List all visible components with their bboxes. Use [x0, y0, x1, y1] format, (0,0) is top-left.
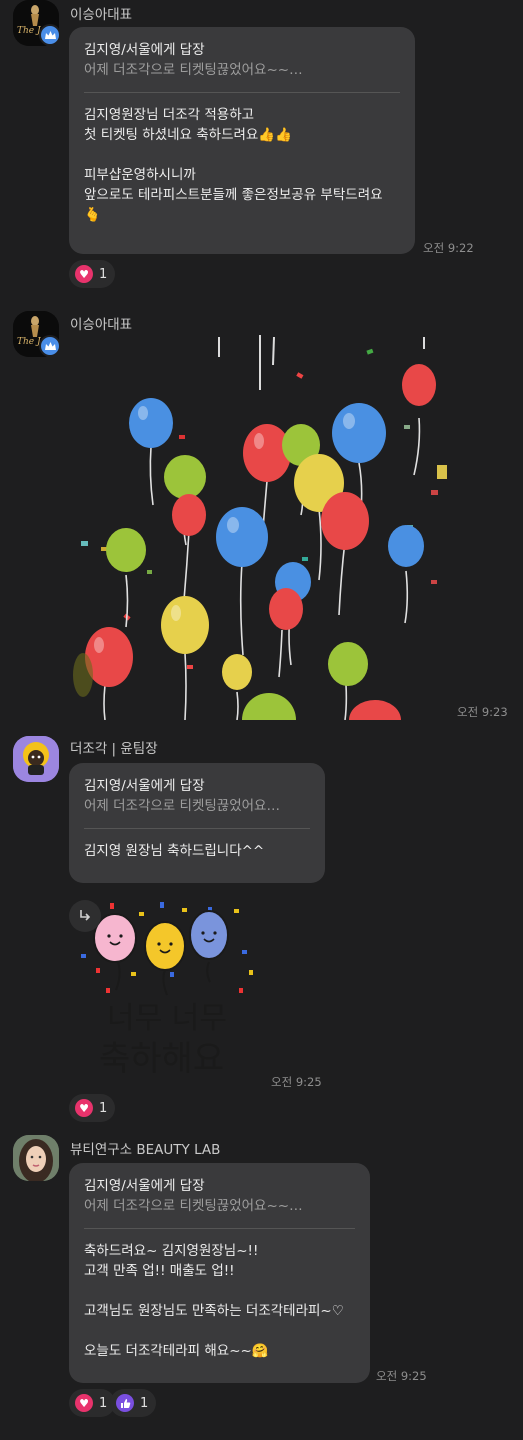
message-line: 고객님도 원장님도 만족하는 더조각테라피~♡ [84, 1303, 344, 1319]
heart-icon: ♥ [75, 265, 93, 283]
reaction-count: 1 [99, 266, 108, 282]
reply-quote: 어제 더조각으로 티켓팅끊었어요… [84, 798, 280, 814]
timestamp: 오전 9:23 [457, 705, 508, 719]
sender-name: 이승아대표 [70, 317, 133, 333]
sender-name: 뷰티연구소 BEAUTY LAB [70, 1142, 221, 1158]
timestamp: 오전 9:25 [376, 1369, 427, 1383]
heart-icon: ♥ [75, 1099, 93, 1117]
reply-target: 김지영/서울에게 답장 [84, 1178, 205, 1194]
message-gap [84, 1321, 355, 1341]
message-line: 🫰 [84, 207, 101, 223]
reaction-heart[interactable]: ♥ 1 [69, 260, 116, 288]
avatar-character-image [13, 736, 59, 782]
message-gap [84, 145, 400, 165]
message-line: 피부샵운영하시니까 [84, 167, 196, 183]
sticker-text-line-1: 너무 너무 [107, 1001, 227, 1036]
divider [84, 828, 310, 829]
reply-arrow-icon[interactable] [69, 900, 101, 932]
message-line: 김지영 원장님 축하드립니다^^ [84, 843, 265, 859]
divider [84, 92, 400, 93]
sender-name: 이승아대표 [70, 7, 133, 23]
avatar-yun[interactable] [13, 736, 59, 782]
congrats-sticker[interactable]: 너무 너무 축하해요 [69, 900, 264, 1082]
reply-target: 김지영/서울에게 답장 [84, 778, 205, 794]
message-line: 앞으로도 테라피스트분들께 좋은정보공유 부탁드려요 [84, 187, 383, 203]
crown-badge-icon [39, 24, 61, 46]
timestamp: 오전 9:25 [271, 1075, 322, 1089]
message-line: 고객 만족 업!! 매출도 업!! [84, 1263, 235, 1279]
reaction-heart[interactable]: ♥ 1 [69, 1389, 116, 1417]
message-line: 김지영원장님 더조각 적용하고 [84, 107, 255, 123]
thumbs-up-icon [116, 1394, 134, 1412]
message-line: 첫 티켓팅 하셨네요 축하드려요👍👍 [84, 127, 292, 143]
avatar-beautylab[interactable] [13, 1135, 59, 1181]
message-gap [84, 1281, 355, 1301]
reply-quote: 어제 더조각으로 티켓팅끊었어요~~… [84, 1198, 303, 1214]
message-bubble[interactable]: 김지영/서울에게 답장 어제 더조각으로 티켓팅끊었어요~~… 김지영원장님 더… [69, 27, 415, 254]
reaction-thumbs-up[interactable]: 1 [110, 1389, 157, 1417]
message-bubble[interactable]: 김지영/서울에게 답장 어제 더조각으로 티켓팅끊었어요~~… 축하드려요~ 김… [69, 1163, 370, 1383]
avatar-photo-image [13, 1135, 59, 1181]
heart-icon: ♥ [75, 1394, 93, 1412]
reaction-count: 1 [99, 1100, 108, 1116]
reply-target: 김지영/서울에게 답장 [84, 42, 205, 58]
reaction-count: 1 [99, 1395, 108, 1411]
sender-name: 더조각 | 윤팀장 [70, 741, 158, 757]
crown-badge-icon [39, 335, 61, 357]
sticker-text-line-2: 축하해요 [99, 1039, 224, 1079]
timestamp: 오전 9:22 [423, 241, 474, 255]
reply-quote: 어제 더조각으로 티켓팅끊었어요~~… [84, 62, 303, 78]
message-line: 축하드려요~ 김지영원장님~!! [84, 1243, 259, 1259]
reaction-heart[interactable]: ♥ 1 [69, 1094, 116, 1122]
message-bubble[interactable]: 김지영/서울에게 답장 어제 더조각으로 티켓팅끊었어요… 김지영 원장님 축하… [69, 763, 325, 883]
balloons-image[interactable] [69, 335, 451, 747]
message-line: 오늘도 더조각테라피 해요~~🤗 [84, 1343, 269, 1359]
divider [84, 1228, 355, 1229]
reaction-count: 1 [140, 1395, 149, 1411]
